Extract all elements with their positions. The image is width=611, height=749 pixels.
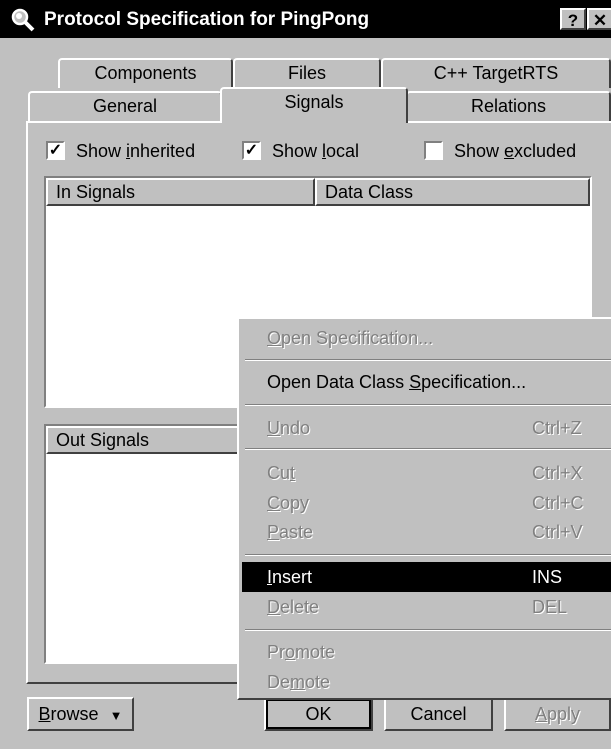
menu-separator <box>245 448 611 450</box>
show-local-checkbox[interactable]: ✓ Show local <box>242 139 382 165</box>
menu-separator <box>245 359 611 361</box>
protocol-spec-dialog: Protocol Specification for PingPong ? ✕ … <box>0 0 611 749</box>
checkbox-box <box>424 141 443 160</box>
show-inherited-checkbox[interactable]: ✓ Show inherited <box>46 139 216 165</box>
checkbox-box: ✓ <box>46 141 65 160</box>
show-inherited-label: Show inherited <box>76 141 196 161</box>
show-excluded-checkbox[interactable]: Show excluded <box>424 139 594 165</box>
browse-button[interactable]: Browse ▼ <box>27 697 134 731</box>
show-excluded-label: Show excluded <box>454 141 577 161</box>
help-button[interactable]: ? <box>560 8 586 30</box>
menu-item-demote[interactable]: Demote <box>242 667 611 697</box>
window-title: Protocol Specification for PingPong <box>44 9 370 30</box>
data-class-column-header[interactable]: Data Class <box>315 178 590 206</box>
menu-item-cut[interactable]: Cut Ctrl+X <box>242 458 611 488</box>
ok-button[interactable]: OK <box>264 697 373 731</box>
menu-item-promote[interactable]: Promote <box>242 637 611 667</box>
dropdown-arrow-icon: ▼ <box>109 708 123 723</box>
tab-general[interactable]: General <box>28 91 222 121</box>
menu-item-undo[interactable]: Undo Ctrl+Z <box>242 413 611 443</box>
checkbox-box: ✓ <box>242 141 261 160</box>
apply-button[interactable]: Apply <box>504 697 611 731</box>
menu-separator <box>245 404 611 406</box>
tab-relations[interactable]: Relations <box>406 91 611 121</box>
tab-files[interactable]: Files <box>233 58 381 88</box>
menu-item-open-specification[interactable]: Open Specification... <box>242 323 611 353</box>
tab-cpp-targetrts[interactable]: C++ TargetRTS <box>381 58 611 88</box>
tab-components[interactable]: Components <box>58 58 233 88</box>
show-local-label: Show local <box>272 141 360 161</box>
menu-item-delete[interactable]: Delete DEL <box>242 592 611 622</box>
menu-item-copy[interactable]: Copy Ctrl+C <box>242 488 611 518</box>
magnifier-icon <box>11 8 35 32</box>
close-button[interactable]: ✕ <box>587 8 611 30</box>
tab-signals[interactable]: Signals <box>220 87 408 123</box>
context-menu: Open Specification... Open Data Class Sp… <box>237 317 611 700</box>
cancel-button[interactable]: Cancel <box>384 697 493 731</box>
menu-item-insert[interactable]: Insert INS <box>242 562 611 592</box>
menu-separator <box>245 629 611 631</box>
menu-separator <box>245 554 611 556</box>
menu-item-paste[interactable]: Paste Ctrl+V <box>242 517 611 547</box>
title-bar[interactable]: Protocol Specification for PingPong ? ✕ <box>0 0 611 38</box>
in-signals-column-header[interactable]: In Signals <box>46 178 315 206</box>
menu-item-open-data-class-specification[interactable]: Open Data Class Specification... <box>242 367 611 397</box>
